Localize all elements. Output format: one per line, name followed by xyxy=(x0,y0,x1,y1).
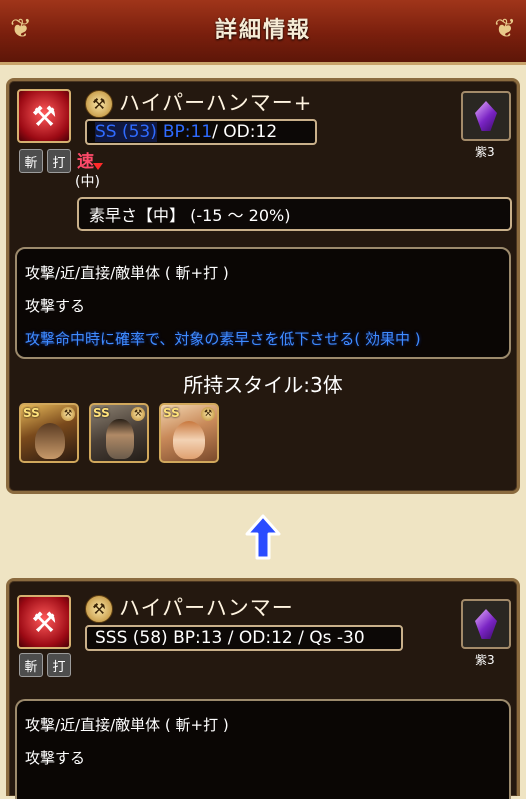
page-title: 詳細情報 xyxy=(214,18,311,43)
axe-weapon-icon: ⚒ xyxy=(85,90,113,118)
desc-line-effect: 攻撃命中時に確率で、対象の素早さを低下させる( 効果中 ) xyxy=(25,330,421,348)
blunt-attribute-icon: 打 xyxy=(47,149,71,173)
skill-stats: SS (53) BP:11 / OD:12 xyxy=(85,119,317,145)
blunt-attribute-icon: 打 xyxy=(47,653,71,677)
arrow-up-icon xyxy=(245,514,281,560)
styles-title: 所持スタイル:3体 xyxy=(183,373,343,397)
gem-label: 紫3 xyxy=(475,145,495,159)
desc-line-type: 攻撃/近/直接/敵単体 ( 斬+打 ) xyxy=(25,716,229,734)
ss-badge: SS xyxy=(163,406,180,420)
style-thumb-2[interactable]: SS ⚒ xyxy=(89,403,149,463)
current-skill-panel: ⚒ ⚒ ハイパーハンマー+ SS (53) BP:11 / OD:12 紫3 斬… xyxy=(6,78,520,494)
desc-line-action: 攻撃する xyxy=(25,297,86,315)
ss-badge: SS xyxy=(93,406,110,420)
desc-line-type: 攻撃/近/直接/敵単体 ( 斬+打 ) xyxy=(25,264,229,282)
description-box: 攻撃/近/直接/敵単体 ( 斬+打 ) 攻撃する 攻撃命中時に確率で、対象の素早… xyxy=(15,247,511,359)
axe-weapon-icon: ⚒ xyxy=(201,407,215,421)
bp-value: BP:11 xyxy=(162,122,213,142)
header-bar: ❦ 詳細情報 ❦ xyxy=(0,0,526,65)
speed-level: (中) xyxy=(75,174,100,190)
skill-stats: SSS (58) BP:13 / OD:12 / Qs -30 xyxy=(85,625,403,651)
character-portrait xyxy=(106,419,134,459)
axe-weapon-icon: ⚒ xyxy=(131,407,145,421)
effect-bar: 素早さ【中】 (-15 〜 20%) xyxy=(77,197,512,231)
axe-icon: ⚒ xyxy=(17,595,71,649)
style-thumb-1[interactable]: SS ⚒ xyxy=(19,403,79,463)
description-box: 攻撃/近/直接/敵単体 ( 斬+打 ) 攻撃する xyxy=(15,699,511,799)
axe-weapon-icon: ⚒ xyxy=(85,595,113,623)
character-portrait xyxy=(35,423,65,459)
skill-name: ハイパーハンマー+ xyxy=(119,91,313,115)
gem-label: 紫3 xyxy=(475,653,495,667)
purple-gem-icon[interactable] xyxy=(461,91,511,141)
purple-gem-icon[interactable] xyxy=(461,599,511,649)
character-portrait xyxy=(173,421,205,459)
axe-icon: ⚒ xyxy=(17,89,71,143)
desc-line-action: 攻撃する xyxy=(25,749,86,767)
slash-attribute-icon: 斬 xyxy=(19,149,43,173)
speed-down-arrow-icon xyxy=(93,163,103,170)
style-thumb-3[interactable]: SS ⚒ xyxy=(159,403,219,463)
skill-name: ハイパーハンマー xyxy=(119,596,294,620)
ss-badge: SS xyxy=(23,406,40,420)
previous-skill-panel: ⚒ ⚒ ハイパーハンマー SSS (58) BP:13 / OD:12 / Qs… xyxy=(6,578,520,799)
od-value: / OD:12 xyxy=(212,122,278,142)
slash-attribute-icon: 斬 xyxy=(19,653,43,677)
axe-weapon-icon: ⚒ xyxy=(61,407,75,421)
ornament-right-icon: ❦ xyxy=(494,14,516,44)
rank-value: SS (53) xyxy=(95,122,157,142)
